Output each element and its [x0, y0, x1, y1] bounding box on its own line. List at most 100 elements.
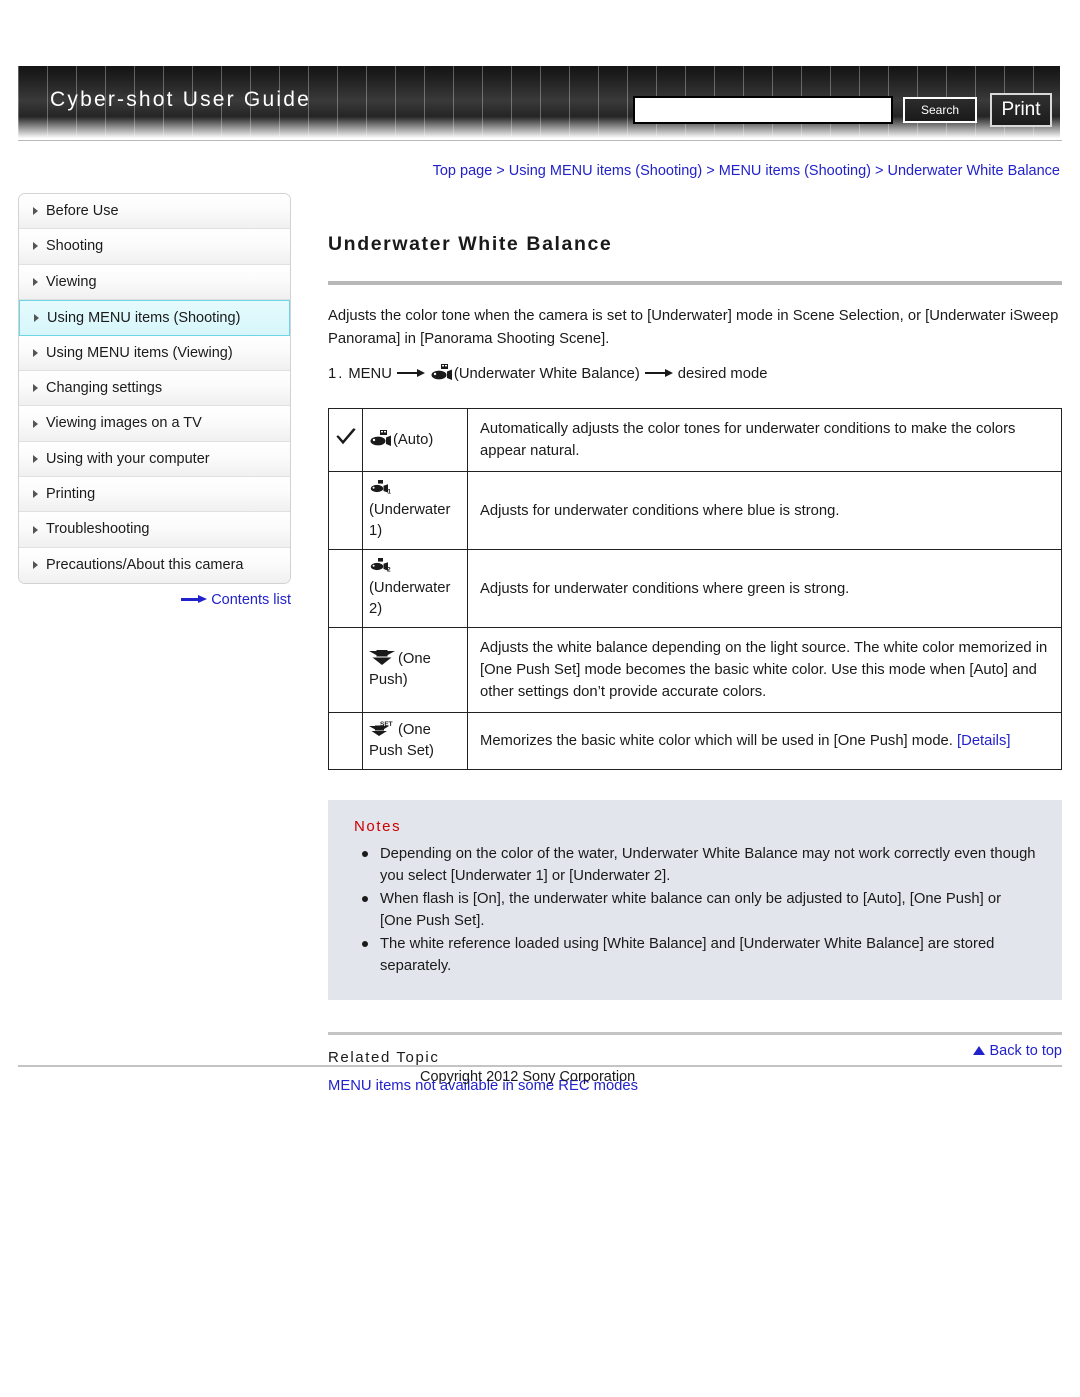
sidebar-item-label: Using with your computer	[46, 450, 210, 467]
sidebar-item-changing-settings[interactable]: Changing settings	[19, 371, 290, 407]
arrow-right-icon	[396, 368, 425, 377]
sidebar-item-viewing[interactable]: Viewing	[19, 264, 290, 300]
triangle-right-icon	[34, 313, 39, 322]
sidebar-item-precautions-about-this-camera[interactable]: Precautions/About this camera	[19, 547, 290, 583]
option-label-cell: (One Push)	[362, 627, 468, 714]
step-menu-label: MENU	[348, 366, 392, 383]
sidebar-item-label: Precautions/About this camera	[46, 556, 244, 573]
triangle-right-icon	[33, 242, 38, 251]
sidebar-item-shooting[interactable]: Shooting	[19, 229, 290, 265]
sidebar-item-before-use[interactable]: Before Use	[19, 194, 290, 230]
sidebar-item-using-menu-items-viewing[interactable]: Using MENU items (Viewing)	[19, 335, 290, 372]
selected-check-cell	[328, 549, 363, 629]
related-topic-divider	[328, 1032, 1062, 1036]
selected-check-cell	[328, 627, 363, 714]
contents-list-link[interactable]: Contents list	[18, 592, 291, 608]
sidebar-item-printing[interactable]: Printing	[19, 477, 290, 513]
header-divider	[18, 140, 1062, 141]
triangle-right-icon	[33, 490, 38, 499]
table-row: (Auto) Automatically adjusts the color t…	[328, 408, 1062, 473]
arrow-right-icon	[181, 595, 208, 603]
triangle-right-icon	[33, 277, 38, 286]
selected-check-cell	[328, 712, 363, 771]
sidebar-item-using-with-your-computer[interactable]: Using with your computer	[19, 441, 290, 478]
triangle-right-icon	[33, 525, 38, 534]
underwater-1-icon: 1	[369, 479, 391, 496]
notes-list: Depending on the color of the water, Und…	[354, 843, 1036, 977]
print-button[interactable]: Print	[990, 93, 1052, 127]
back-to-top-link[interactable]: Back to top	[328, 1043, 1062, 1059]
step-icon-label: (Underwater White Balance)	[453, 366, 640, 383]
title-divider	[328, 281, 1062, 286]
option-label-cell: 2 (Underwater 2)	[362, 549, 468, 629]
step-number: 1.	[328, 366, 345, 383]
table-row: 2 (Underwater 2) Adjusts for underwater …	[328, 549, 1062, 629]
step-instruction: 1. MENU (Underwater White Balance) desired…	[328, 363, 1062, 386]
option-label: (Auto)	[393, 431, 434, 448]
note-item: The white reference loaded using [White …	[354, 933, 1036, 977]
selected-check-cell	[328, 408, 363, 473]
triangle-right-icon	[33, 207, 38, 216]
underwater-auto-icon	[369, 429, 391, 447]
sidebar-item-label: Viewing	[46, 273, 97, 290]
sidebar-item-viewing-images-on-a-tv[interactable]: Viewing images on a TV	[19, 406, 290, 442]
sidebar-item-troubleshooting[interactable]: Troubleshooting	[19, 512, 290, 548]
search-button[interactable]: Search	[903, 97, 977, 123]
contents-list-label: Contents list	[211, 592, 291, 608]
triangle-right-icon	[33, 454, 38, 463]
triangle-right-icon	[33, 561, 38, 570]
sidebar-item-label: Before Use	[46, 203, 119, 219]
triangle-up-icon	[973, 1046, 986, 1055]
main-content: Underwater White Balance Adjusts the col…	[328, 220, 1062, 1094]
triangle-right-icon	[33, 384, 38, 393]
svg-text:1: 1	[387, 489, 391, 496]
option-label-cell: SET (One Push Set)	[362, 712, 468, 771]
search-input[interactable]	[633, 96, 893, 124]
intro-paragraph: Adjusts the color tone when the camera i…	[328, 308, 1059, 348]
underwater-white-balance-icon	[430, 364, 452, 381]
note-item: When flash is [On], the underwater white…	[354, 888, 1036, 932]
sidebar-item-using-menu-items-shooting[interactable]: Using MENU items (Shooting)	[19, 299, 290, 336]
option-description: Adjusts the white balance depending on t…	[467, 627, 1062, 714]
table-row: (One Push) Adjusts the white balance dep…	[328, 627, 1062, 714]
option-description: Automatically adjusts the color tones fo…	[467, 408, 1062, 473]
arrow-right-icon	[644, 368, 673, 377]
option-description: Adjusts for underwater conditions where …	[467, 471, 1062, 551]
sidebar-item-label: Changing settings	[46, 380, 163, 397]
sidebar-item-label: Troubleshooting	[46, 521, 150, 538]
footer-divider	[18, 1065, 1062, 1067]
note-item: Depending on the color of the water, Und…	[354, 843, 1036, 887]
table-row: 1 (Underwater 1) Adjusts for underwater …	[328, 471, 1062, 551]
sidebar-item-label: Using MENU items (Shooting)	[47, 309, 241, 326]
option-description: Memorizes the basic white color which wi…	[480, 733, 953, 750]
option-label: (Underwater 1)	[369, 502, 451, 540]
option-label: (Underwater 2)	[369, 580, 451, 618]
page-title: Underwater White Balance	[328, 233, 613, 256]
triangle-right-icon	[33, 419, 38, 428]
breadcrumb[interactable]: Top page > Using MENU items (Shooting) >…	[0, 163, 1062, 179]
details-link[interactable]: [Details]	[957, 733, 1010, 749]
sidebar-item-label: Viewing images on a TV	[46, 415, 202, 432]
site-title: Cyber-shot User Guide	[50, 88, 311, 111]
sidebar-item-label: Printing	[46, 486, 96, 503]
svg-text:2: 2	[387, 567, 391, 574]
option-label-cell: (Auto)	[362, 408, 468, 473]
options-table: (Auto) Automatically adjusts the color t…	[328, 408, 1062, 771]
one-push-icon	[369, 649, 395, 666]
notes-heading: Notes	[354, 818, 402, 836]
option-label-cell: 1 (Underwater 1)	[362, 471, 468, 551]
table-row: SET (One Push Set) Memorizes the basic w…	[328, 712, 1062, 771]
underwater-2-icon: 2	[369, 557, 391, 574]
step-result-label: desired mode	[677, 366, 768, 383]
one-push-set-icon: SET	[369, 720, 395, 737]
sidebar-nav: Before Use Shooting Viewing Using MENU i…	[18, 193, 291, 584]
back-to-top-label: Back to top	[989, 1043, 1062, 1059]
option-description: Adjusts for underwater conditions where …	[467, 549, 1062, 629]
sidebar-item-label: Using MENU items (Viewing)	[46, 344, 233, 361]
sidebar-item-label: Shooting	[46, 238, 104, 255]
copyright-text: Copyright 2012 Sony Corporation	[420, 1069, 636, 1085]
checkmark-icon	[335, 427, 357, 447]
option-description-cell: Memorizes the basic white color which wi…	[467, 712, 1062, 771]
notes-box: Notes Depending on the color of the wate…	[328, 800, 1062, 1001]
selected-check-cell	[328, 471, 363, 551]
